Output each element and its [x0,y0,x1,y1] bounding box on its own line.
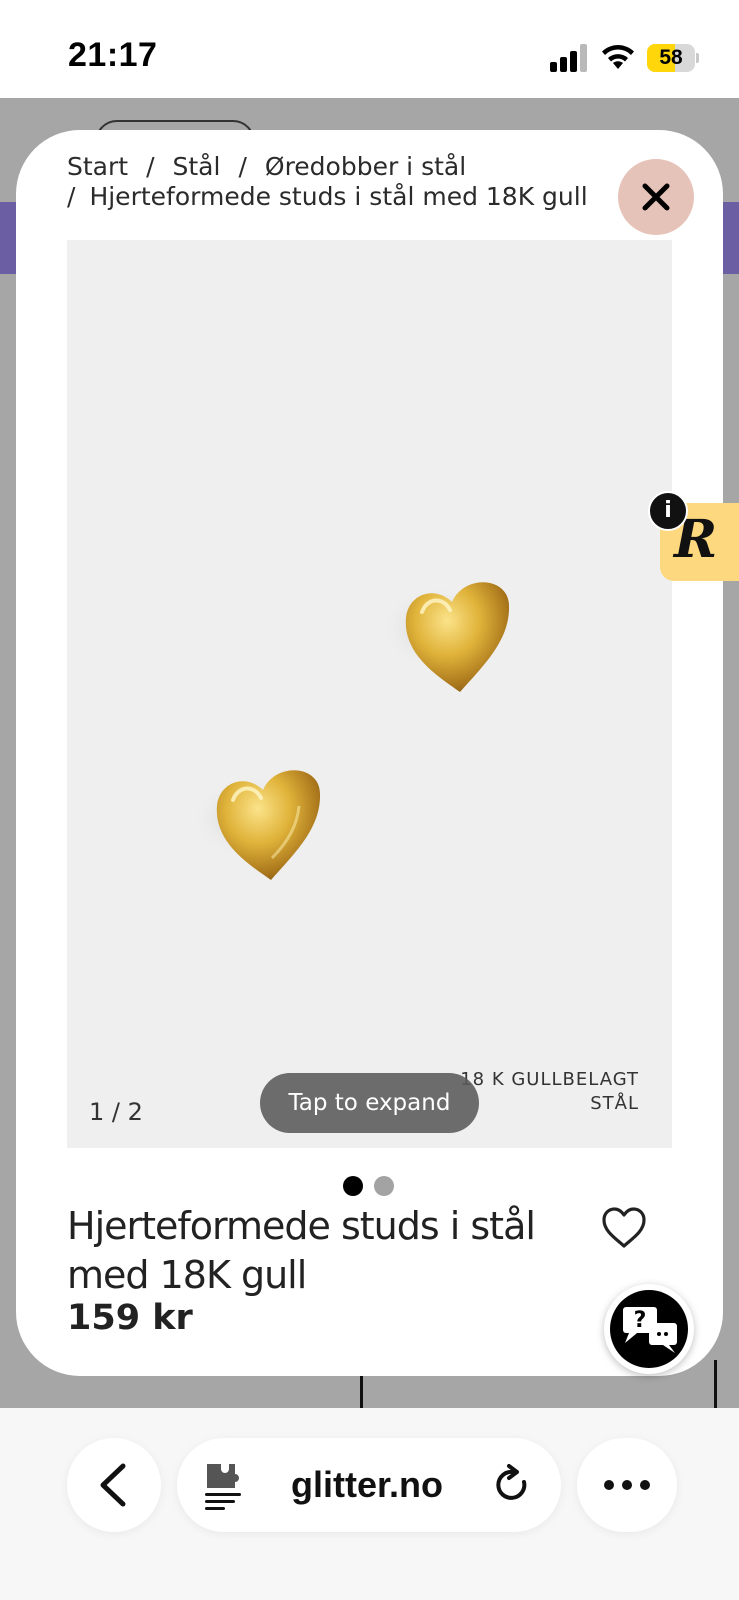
breadcrumb-separator: / [146,152,155,181]
breadcrumb-item-earrings[interactable]: Øredobber i stål [265,152,466,181]
help-chat-icon: ? [610,1290,688,1368]
address-url[interactable]: glitter.no [257,1438,477,1532]
product-title: Hjerteformede studs i stål med 18K gull [67,1204,536,1297]
heart-stud-upper [380,582,510,692]
breadcrumb-item-start[interactable]: Start [67,152,128,181]
image-counter: 1 / 2 [89,1098,143,1126]
more-options-button[interactable] [577,1438,677,1532]
backdrop-divider [714,1360,717,1408]
close-icon [642,183,670,211]
address-bar[interactable]: glitter.no [177,1438,561,1532]
breadcrumb-separator: / [238,152,247,181]
tap-to-expand-button[interactable]: Tap to expand [260,1073,479,1133]
breadcrumb-separator: / [67,182,76,211]
heart-earrings-illustration [191,582,510,880]
battery-icon: 58 [647,44,699,72]
help-chat-button[interactable]: ? [604,1284,694,1374]
status-time: 21:17 [68,36,158,74]
product-image[interactable]: 1 / 2 18 K GULLBELAGT STÅL Tap to expand [67,240,672,1148]
browser-toolbar: glitter.no [0,1408,739,1600]
info-badge[interactable]: i [648,491,688,531]
more-icon [604,1480,650,1490]
breadcrumb-item-steel[interactable]: Stål [173,152,221,181]
heart-outline-icon[interactable] [601,1206,647,1250]
close-button[interactable] [618,159,694,235]
product-price: 159 kr [67,1298,193,1338]
status-bar: 21:17 58 [0,0,739,98]
breadcrumb-item-current: Hjerteformede studs i stål med 18K gull [89,182,588,211]
carousel-dot-1[interactable] [343,1176,363,1196]
battery-percentage: 58 [659,46,683,69]
product-quickview-modal: Start / Stål / Øredobber i stål / Hjerteforme… [16,130,723,1376]
back-arrow-icon [100,1463,126,1507]
carousel-dot-2[interactable] [374,1176,394,1196]
heart-stud-lower [191,770,321,880]
breadcrumb: Start / Stål / Øredobber i stål / Hjerteforme… [67,152,627,212]
svg-text:?: ? [634,1308,647,1333]
wifi-icon [602,45,634,69]
back-button[interactable] [67,1438,161,1532]
page-settings-icon [205,1464,241,1510]
cellular-signal-icon [550,44,587,72]
reload-icon[interactable] [493,1464,533,1506]
